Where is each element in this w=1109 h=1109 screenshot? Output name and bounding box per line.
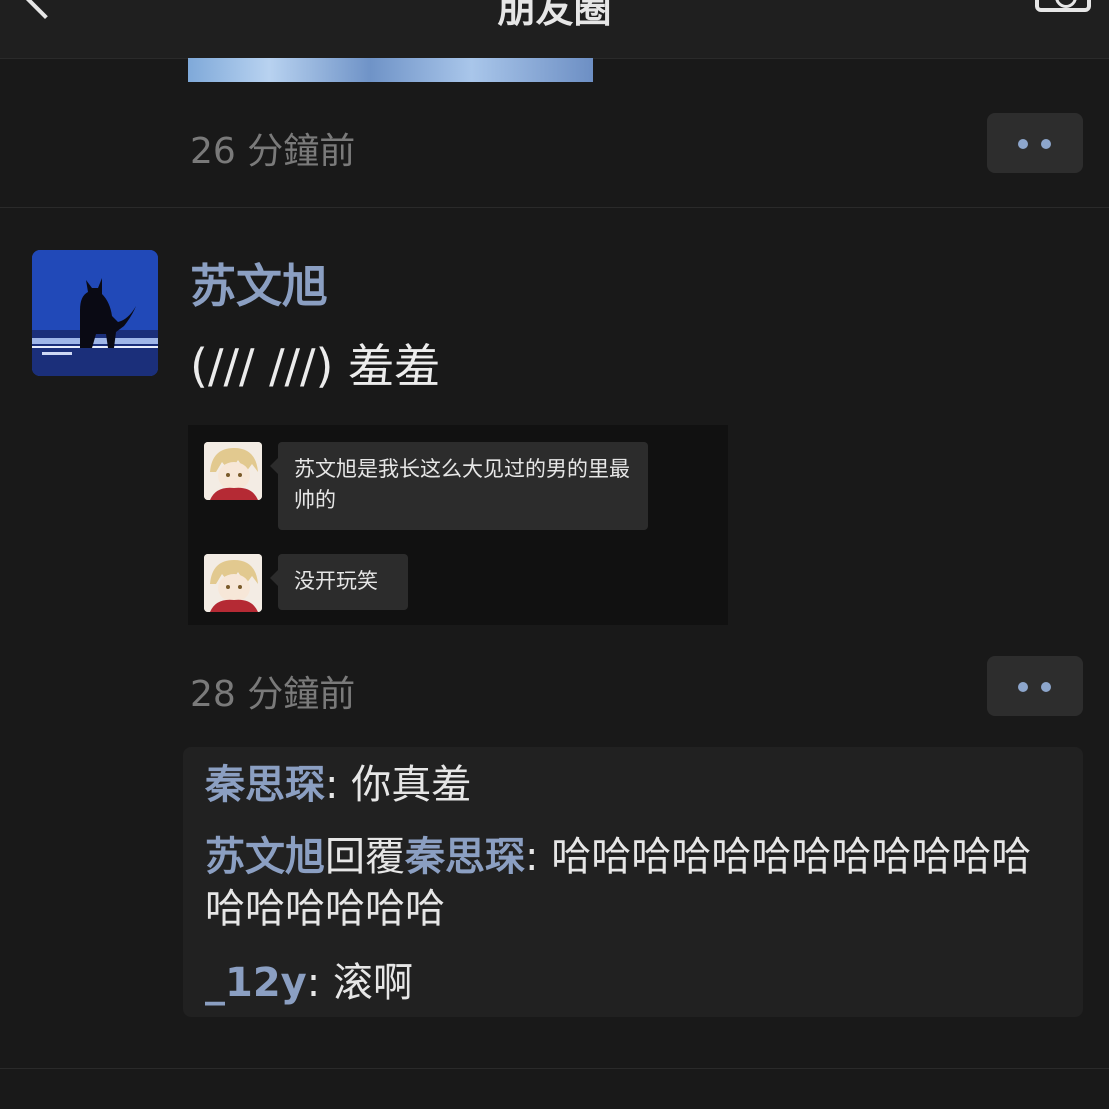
post-divider xyxy=(0,207,1109,208)
more-dot-icon xyxy=(1018,682,1028,692)
black-cat-avatar-image xyxy=(32,250,158,376)
previous-post-more-button[interactable] xyxy=(987,113,1083,173)
more-dot-icon xyxy=(1018,139,1028,149)
more-dot-icon xyxy=(1041,682,1051,692)
post-screenshot-image[interactable]: 苏文旭是我长这么大见过的男的里最帅的 没开玩笑 xyxy=(188,425,728,625)
comment-item[interactable]: 苏文旭回覆秦思琛: 哈哈哈哈哈哈哈哈哈哈哈哈哈哈哈哈哈哈 xyxy=(205,831,1065,935)
comment-author[interactable]: 秦思琛 xyxy=(205,762,325,808)
chat-bubble: 苏文旭是我长这么大见过的男的里最帅的 xyxy=(270,442,648,530)
chat-avatar xyxy=(204,442,262,500)
post-divider xyxy=(0,1068,1109,1069)
comment-separator: : xyxy=(306,960,333,1006)
comment-author[interactable]: 苏文旭 xyxy=(205,834,325,880)
comment-separator: : xyxy=(325,762,352,808)
reply-to-author[interactable]: 秦思琛 xyxy=(405,834,525,880)
camera-icon[interactable] xyxy=(1035,0,1091,12)
comment-separator: : xyxy=(525,834,552,880)
post-time: 28 分鐘前 xyxy=(190,674,356,715)
chat-avatar xyxy=(204,554,262,612)
post-more-button[interactable] xyxy=(987,656,1083,716)
comments-panel: 秦思琛: 你真羞 苏文旭回覆秦思琛: 哈哈哈哈哈哈哈哈哈哈哈哈哈哈哈哈哈哈 _1… xyxy=(183,747,1083,1017)
comment-author[interactable]: _12y xyxy=(205,960,307,1006)
comment-text: 滚啊 xyxy=(332,960,413,1006)
previous-post-time: 26 分鐘前 xyxy=(190,131,356,172)
comment-item[interactable]: 秦思琛: 你真羞 xyxy=(205,759,1065,811)
post-author-name[interactable]: 苏文旭 xyxy=(190,250,328,316)
comment-text: 你真羞 xyxy=(351,762,472,808)
avatar[interactable] xyxy=(32,250,158,376)
page-title: 朋友圈 xyxy=(497,0,612,31)
top-nav-bar: 朋友圈 xyxy=(0,0,1109,59)
chat-bubble: 没开玩笑 xyxy=(270,554,408,610)
post-text: (/// ///) 羞羞 xyxy=(190,339,441,393)
previous-post-image[interactable] xyxy=(188,58,593,82)
more-dot-icon xyxy=(1041,139,1051,149)
reply-word: 回覆 xyxy=(325,834,405,880)
comment-item[interactable]: _12y: 滚啊 xyxy=(205,957,1065,1009)
